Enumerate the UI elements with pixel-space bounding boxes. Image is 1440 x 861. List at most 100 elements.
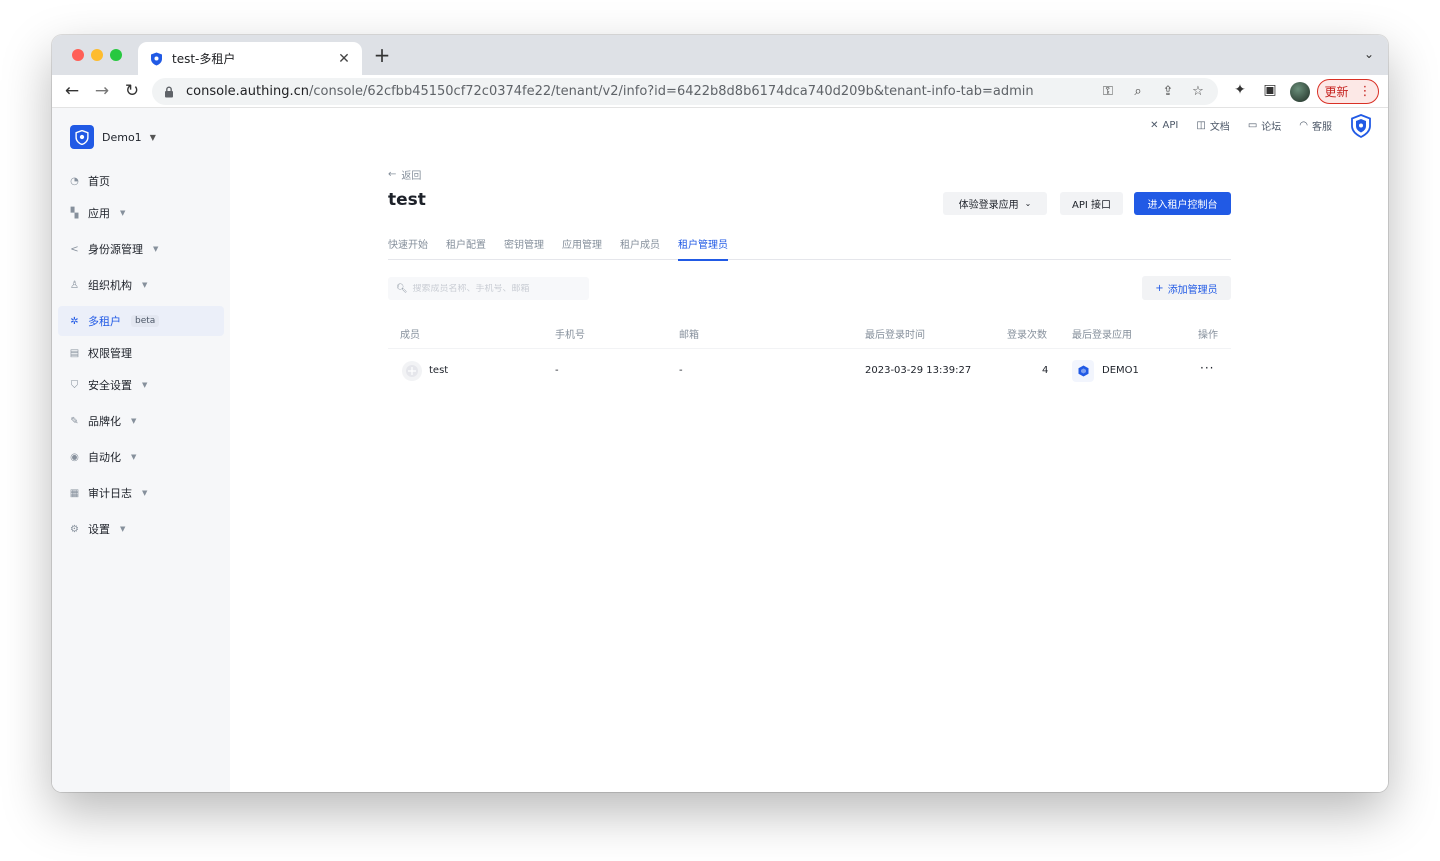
shield-icon: ⛉ [70,379,79,391]
back-arrow-icon[interactable]: ← [62,81,82,101]
tenant-tabs: 快速开始 租户配置 密钥管理 应用管理 租户成员 租户管理员 [388,236,1231,261]
col-member: 成员 [400,330,420,341]
reload-icon[interactable]: ↻ [122,81,142,101]
tab-app-management[interactable]: 应用管理 [562,236,602,260]
try-login-app-button[interactable]: 体验登录应用 ⌄ [943,192,1047,215]
key-icon[interactable]: ⚿ [1100,84,1116,99]
authing-shield-icon[interactable] [1350,114,1372,139]
org-switcher[interactable]: Demo1 ▼ [70,125,156,149]
chevron-down-icon: ▼ [120,209,126,217]
authing-shield-icon [148,51,164,67]
apps-grid-icon: ▚ [70,207,79,219]
col-email: 邮箱 [679,330,699,341]
sidebar-item-multi-tenant[interactable]: ✲ 多租户 beta [58,306,224,336]
member-name: test [429,365,449,376]
tab-tenant-admins[interactable]: 租户管理员 [678,236,728,261]
back-link[interactable]: ← 返回 [388,167,421,182]
col-phone: 手机号 [555,330,585,341]
chevron-down-icon: ▼ [142,489,148,497]
share-nodes-icon: < [70,243,79,255]
close-tab-icon[interactable]: ✕ [336,51,352,67]
chevron-down-icon: ▼ [153,245,159,253]
sidebar-item-home[interactable]: ◔ 首页 [58,166,224,196]
sidebar-item-identity-sources[interactable]: < 身份源管理 ▼ [58,234,224,264]
sidebar-item-organization[interactable]: ♙ 组织机构 ▼ [58,270,224,300]
sidebar: Demo1 ▼ ◔ 首页 ▚ 应用 ▼ < 身份源管理 ▼ ♙ 组织机构 ▼ ✲… [52,108,230,792]
chevron-down-icon: ⌄ [1024,199,1032,208]
new-tab-icon[interactable]: + [372,45,392,65]
api-interface-button[interactable]: API 接口 [1060,192,1123,215]
back-arrow-icon: ← [388,169,397,180]
browser-tab[interactable]: test-多租户 ✕ [138,42,362,75]
headset-icon: ◠ [1299,120,1308,131]
member-login-count: 4 [1042,365,1049,376]
update-button[interactable]: 更新 ⋮ [1317,79,1379,104]
kebab-menu-icon: ⋮ [1358,84,1372,99]
zoom-icon[interactable]: ⌕ [1130,84,1146,99]
app-cube-icon [1072,360,1094,382]
browser-window: test-多租户 ✕ + ⌄ ← → ↻ console.authing.cn/… [52,35,1388,792]
app-content: Demo1 ▼ ◔ 首页 ▚ 应用 ▼ < 身份源管理 ▼ ♙ 组织机构 ▼ ✲… [52,108,1388,792]
tenant-icon: ✲ [70,315,79,327]
sidebar-item-apps[interactable]: ▚ 应用 ▼ [58,198,224,228]
tab-quick-start[interactable]: 快速开始 [388,236,428,260]
lock-icon: ▤ [69,347,80,359]
search-box: 🔍︎ [388,277,589,300]
page-title: test [388,190,426,210]
plus-icon: + [1155,282,1164,294]
brush-icon: ✎ [70,415,79,427]
forum-link[interactable]: ▭ 论坛 [1248,118,1281,133]
chevron-down-icon: ▼ [142,381,148,389]
tab-search-chevron-icon[interactable]: ⌄ [1364,47,1374,61]
side-panel-icon[interactable]: ▣ [1262,82,1278,98]
table-header: 成员 手机号 邮箱 最后登录时间 登录次数 最后登录应用 操作 [388,314,1231,349]
chevron-down-icon: ▼ [142,281,148,289]
sidebar-item-automation[interactable]: ◉ 自动化 ▼ [58,442,224,472]
tab-strip: test-多租户 ✕ + ⌄ [52,35,1388,75]
member-phone: - [555,365,559,376]
log-icon: ▦ [69,487,80,499]
book-icon: ◫ [1196,120,1206,131]
url-text: console.authing.cn/console/62cfbb45150cf… [186,84,1034,99]
tab-tenant-members[interactable]: 租户成员 [620,236,660,260]
api-link[interactable]: ✕ API [1150,120,1178,131]
sidebar-item-settings[interactable]: ⚙ 设置 ▼ [58,514,224,544]
more-actions-icon[interactable]: ··· [1200,361,1214,375]
maximize-window-button[interactable] [110,49,122,61]
member-last-app: DEMO1 [1102,365,1139,376]
chat-icon: ▭ [1247,120,1258,131]
support-link[interactable]: ◠ 客服 [1299,118,1332,133]
admin-table: 成员 手机号 邮箱 最后登录时间 登录次数 最后登录应用 操作 test - -… [388,314,1231,395]
tab-tenant-config[interactable]: 租户配置 [446,236,486,260]
tab-title: test-多租户 [172,52,236,66]
bookmark-star-icon[interactable]: ☆ [1190,84,1206,99]
close-window-button[interactable] [72,49,84,61]
forward-arrow-icon[interactable]: → [92,81,112,101]
org-tree-icon: ♙ [70,279,79,291]
sidebar-item-permissions[interactable]: ▤ 权限管理 [58,338,224,368]
add-admin-button[interactable]: + 添加管理员 [1142,276,1231,300]
search-input[interactable] [412,283,583,294]
search-icon: 🔍︎ [396,283,408,294]
col-last-app: 最后登录应用 [1072,330,1132,341]
docs-link[interactable]: ◫ 文档 [1196,118,1229,133]
profile-avatar[interactable] [1290,82,1310,102]
chevron-down-icon: ▼ [120,525,126,533]
share-icon[interactable]: ⇪ [1160,84,1176,99]
sidebar-item-branding[interactable]: ✎ 品牌化 ▼ [58,406,224,436]
lock-icon [164,86,176,98]
address-bar[interactable]: console.authing.cn/console/62cfbb45150cf… [152,78,1218,105]
minimize-window-button[interactable] [91,49,103,61]
table-row[interactable]: test - - 2023-03-29 13:39:27 4 DEMO1 ··· [388,349,1231,395]
sidebar-item-security[interactable]: ⛉ 安全设置 ▼ [58,370,224,400]
org-logo-icon [70,125,94,149]
chevron-down-icon: ▼ [149,132,156,142]
extensions-puzzle-icon[interactable]: ✦ [1232,82,1248,98]
beta-badge: beta [131,315,160,327]
tab-key-management[interactable]: 密钥管理 [504,236,544,260]
chevron-down-icon: ▼ [131,453,137,461]
enter-tenant-console-button[interactable]: 进入租户控制台 [1134,192,1231,215]
col-login-count: 登录次数 [1007,330,1047,341]
settings-icon: ⚙ [70,523,79,535]
sidebar-item-audit-log[interactable]: ▦ 审计日志 ▼ [58,478,224,508]
